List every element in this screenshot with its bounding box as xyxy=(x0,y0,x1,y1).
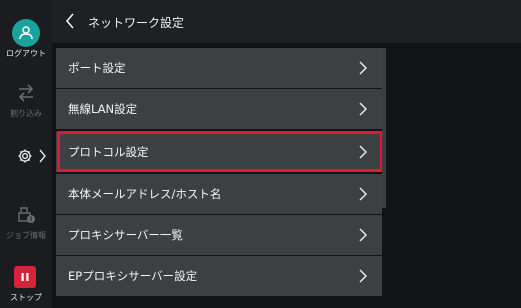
interrupt-label: 割り込み xyxy=(10,109,42,118)
list-item-label: プロトコル設定 xyxy=(68,145,149,159)
list-item-wireless-lan-settings[interactable]: 無線LAN設定 xyxy=(56,89,382,129)
chevron-right-icon xyxy=(359,269,368,283)
logout-label: ログアウト xyxy=(6,49,46,58)
header-bar: ネットワーク設定 xyxy=(52,0,521,43)
list-item-label: 無線LAN設定 xyxy=(68,102,138,116)
stop-button[interactable] xyxy=(14,266,36,288)
list-item-port-settings[interactable]: ポート設定 xyxy=(56,48,382,88)
chevron-right-icon xyxy=(359,145,368,159)
page-title: ネットワーク設定 xyxy=(88,16,185,30)
side-rail: ログアウト 割り込み ジョブ情報 ストップ xyxy=(0,0,52,308)
chevron-right-icon xyxy=(359,102,368,116)
chevron-right-icon xyxy=(39,149,46,163)
logout-button[interactable] xyxy=(12,19,40,47)
job-info-icon[interactable] xyxy=(16,204,36,224)
settings-button[interactable] xyxy=(17,145,47,167)
list-item-label: ポート設定 xyxy=(68,61,126,75)
chevron-right-icon xyxy=(359,61,368,75)
chevron-right-icon xyxy=(359,187,368,201)
list-item-mail-address-hostname[interactable]: 本体メールアドレス/ホスト名 xyxy=(56,174,382,214)
list-item-label: EPプロキシサーバー設定 xyxy=(68,269,198,283)
job-info-label: ジョブ情報 xyxy=(6,231,46,240)
back-chevron-icon[interactable] xyxy=(64,13,76,29)
list-item-ep-proxy-server-settings[interactable]: EPプロキシサーバー設定 xyxy=(56,256,382,296)
gear-icon xyxy=(18,149,32,163)
list-item-label: プロキシサーバー一覧 xyxy=(68,228,183,242)
interrupt-icon[interactable] xyxy=(16,84,36,102)
list-item-protocol-settings[interactable]: プロトコル設定 xyxy=(56,132,382,172)
stop-label: ストップ xyxy=(10,293,42,302)
pause-icon xyxy=(21,273,29,281)
list-item-label: 本体メールアドレス/ホスト名 xyxy=(68,187,222,201)
detail-pane xyxy=(388,43,521,308)
chevron-right-icon xyxy=(359,228,368,242)
list-item-proxy-server-list[interactable]: プロキシサーバー一覧 xyxy=(56,215,382,255)
user-icon xyxy=(19,26,33,40)
list-scrollbar[interactable] xyxy=(382,48,386,208)
